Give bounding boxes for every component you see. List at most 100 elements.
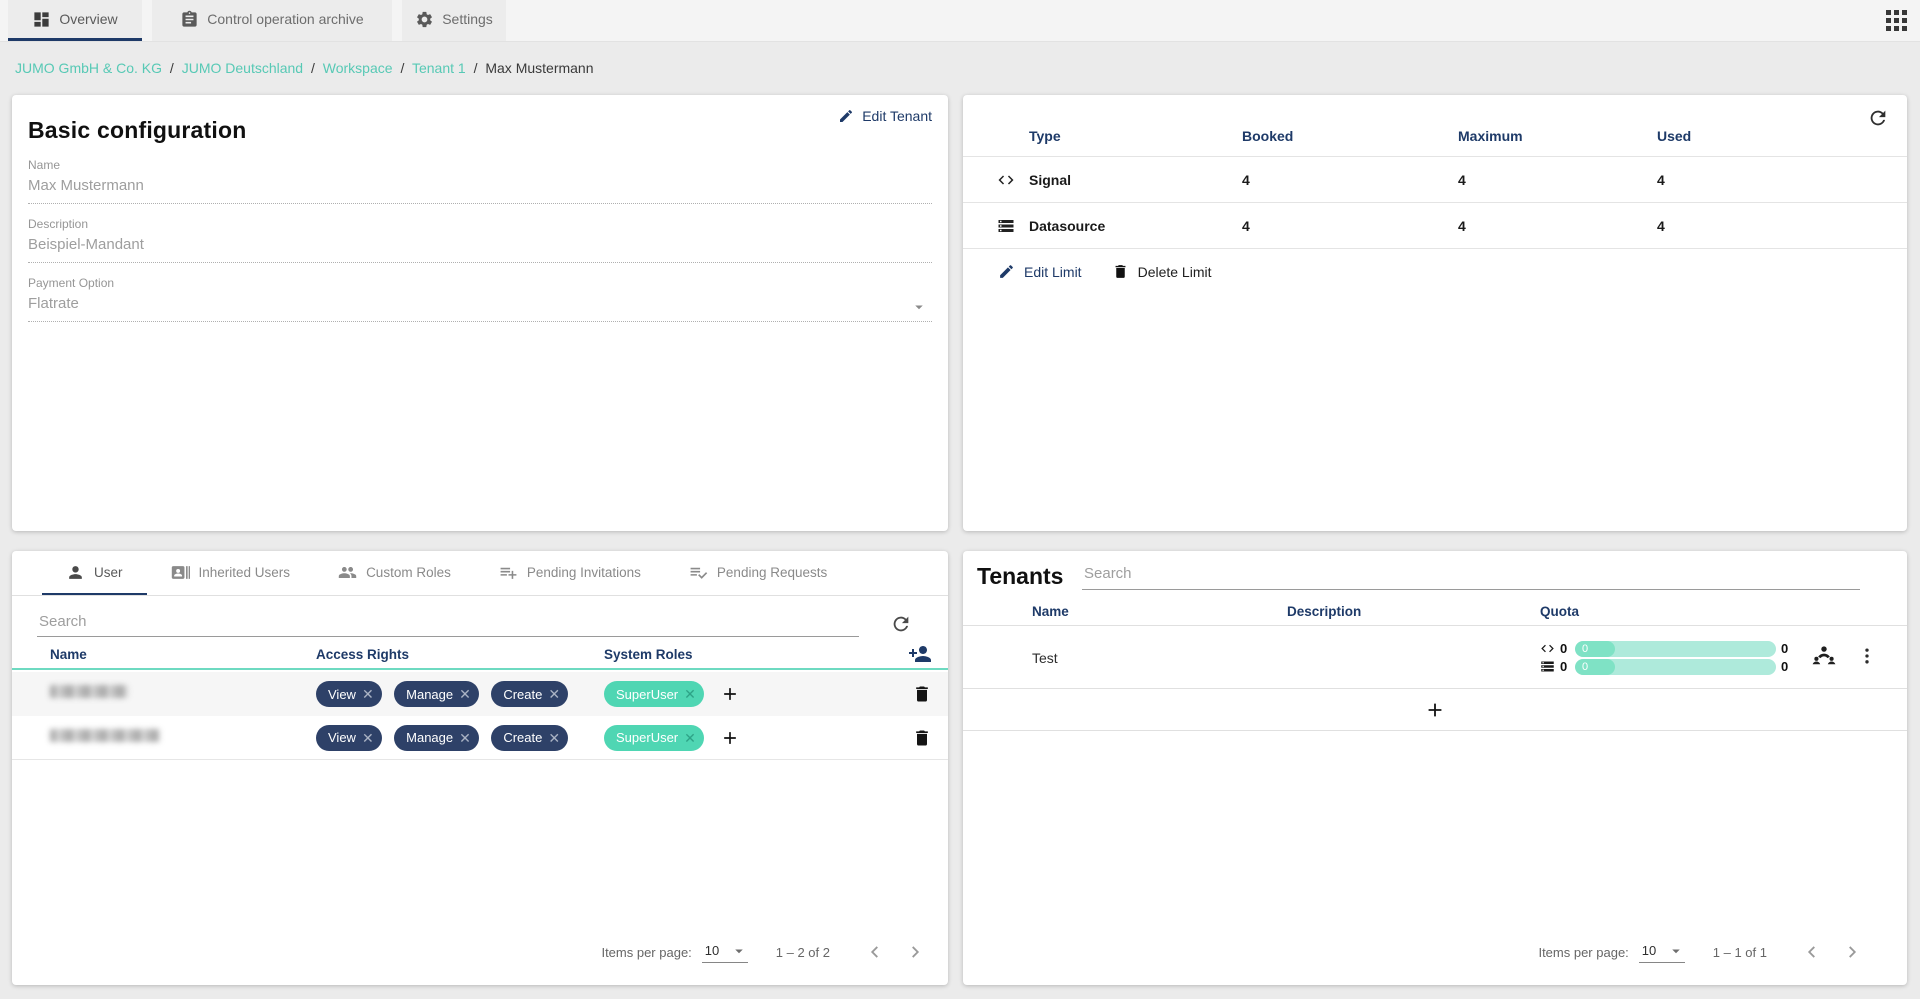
system-role-chip[interactable]: SuperUser ✕ (604, 681, 704, 707)
chevron-right-icon[interactable] (904, 941, 926, 963)
tab-label: Pending Requests (716, 564, 828, 580)
quota-max: 0 (1781, 659, 1789, 674)
chevron-left-icon[interactable] (1801, 941, 1823, 963)
add-role-icon[interactable] (720, 684, 740, 704)
apps-grid-icon[interactable] (1886, 10, 1908, 32)
table-row: Datasource 4 4 4 (963, 203, 1907, 249)
person-add-icon[interactable] (908, 642, 932, 666)
chevron-left-icon[interactable] (864, 941, 886, 963)
tab-custom-roles[interactable]: Custom Roles (314, 551, 475, 595)
chevron-down-icon (1667, 942, 1685, 960)
add-role-icon[interactable] (720, 728, 740, 748)
close-icon[interactable]: ✕ (548, 687, 560, 701)
close-icon[interactable]: ✕ (548, 731, 560, 745)
breadcrumb-separator: / (310, 60, 315, 76)
column-header: Name (1032, 604, 1069, 619)
tab-inherited-users[interactable]: Inherited Users (147, 551, 315, 595)
tab-label: Inherited Users (198, 564, 291, 580)
tab-settings[interactable]: Settings (402, 0, 506, 41)
chip-label: SuperUser (616, 686, 679, 702)
tab-user[interactable]: User (42, 551, 147, 595)
tenant-search (1082, 559, 1860, 590)
column-header: Booked (1242, 127, 1294, 144)
table-row: Signal 4 4 4 (963, 157, 1907, 203)
chip-label: View (328, 686, 356, 702)
storage-icon (1540, 659, 1555, 674)
user-name-redacted (50, 728, 160, 742)
limit-type: Datasource (1029, 217, 1106, 234)
quota-bar-fill: 0 (1575, 658, 1615, 675)
chevron-down-icon (910, 298, 928, 316)
maximum-value: 4 (1458, 217, 1466, 234)
access-right-chip[interactable]: View ✕ (316, 681, 382, 707)
quota-bar-fill: 0 (1575, 640, 1615, 657)
tenant-search-input[interactable] (1082, 559, 1860, 590)
limit-type: Signal (1029, 171, 1072, 188)
user-group-icon[interactable] (1811, 643, 1837, 669)
tab-overview[interactable]: Overview (8, 0, 142, 41)
access-right-chip[interactable]: Create ✕ (491, 724, 569, 751)
close-icon[interactable]: ✕ (362, 731, 374, 745)
add-tenant-row (963, 689, 1907, 731)
chip-label: View (328, 730, 356, 745)
delete-limit-button[interactable]: Delete Limit (1112, 263, 1212, 280)
tenant-name: Test (1032, 649, 1058, 666)
table-row: Test 0 0 0 0 0 0 (963, 627, 1907, 689)
trash-icon[interactable] (912, 728, 932, 748)
booked-value: 4 (1242, 171, 1250, 188)
description-field: Description Beispiel-Mandant (28, 217, 932, 263)
edit-limit-button[interactable]: Edit Limit (998, 263, 1082, 280)
field-value: Beispiel-Mandant (28, 236, 932, 263)
breadcrumb-link-organization[interactable]: JUMO Deutschland (182, 60, 303, 76)
user-search-input[interactable] (37, 609, 859, 637)
close-icon[interactable]: ✕ (684, 687, 696, 701)
breadcrumb-link-workspace[interactable]: Workspace (323, 60, 393, 76)
tab-pending-invitations[interactable]: Pending Invitations (475, 551, 665, 595)
user-name-redacted (50, 685, 128, 698)
quota-used: 0 (1560, 641, 1568, 656)
quota-bar: 0 (1575, 658, 1776, 675)
used-value: 4 (1657, 217, 1665, 234)
column-header: Type (1029, 127, 1061, 144)
page-range: 1 – 1 of 1 (1712, 944, 1767, 960)
access-right-chip[interactable]: View ✕ (316, 724, 382, 751)
access-right-chip[interactable]: Manage ✕ (394, 724, 479, 751)
items-per-page-label: Items per page: (601, 944, 692, 960)
close-icon[interactable]: ✕ (459, 731, 471, 745)
edit-tenant-button[interactable]: Edit Tenant (838, 108, 932, 124)
people-icon (338, 563, 357, 582)
kebab-menu-icon[interactable] (1857, 646, 1877, 666)
used-value: 4 (1657, 171, 1665, 188)
tenants-card: Tenants Name Description Quota Test 0 0 … (963, 551, 1907, 985)
system-role-chip[interactable]: SuperUser ✕ (604, 724, 704, 751)
edit-limit-label: Edit Limit (1024, 263, 1082, 280)
booked-value: 4 (1242, 217, 1250, 234)
column-header: Maximum (1458, 127, 1523, 144)
card-title: Tenants (977, 563, 1064, 589)
breadcrumb-link-company[interactable]: JUMO GmbH & Co. KG (15, 60, 162, 76)
page-size-select[interactable]: 10 (701, 942, 748, 963)
column-header: Description (1287, 604, 1362, 619)
page-size-value: 10 (704, 943, 720, 958)
refresh-icon[interactable] (890, 613, 912, 635)
breadcrumb-link-tenant[interactable]: Tenant 1 (412, 60, 466, 76)
add-tenant-icon[interactable] (1424, 699, 1446, 721)
trash-icon[interactable] (912, 684, 932, 704)
close-icon[interactable]: ✕ (362, 687, 374, 701)
close-icon[interactable]: ✕ (684, 731, 696, 745)
access-right-chip[interactable]: Manage ✕ (394, 681, 479, 707)
column-header: System Roles (604, 646, 693, 662)
field-label: Name (28, 158, 61, 172)
tab-pending-requests[interactable]: Pending Requests (665, 551, 851, 595)
tab-control-operation-archive[interactable]: Control operation archive (152, 0, 392, 41)
access-right-chip[interactable]: Create ✕ (491, 681, 569, 707)
close-icon[interactable]: ✕ (459, 687, 471, 701)
quota-used: 0 (1560, 659, 1568, 674)
users-paginator: Items per page: 10 1 – 2 of 2 (601, 941, 926, 963)
users-tab-bar: User Inherited Users Custom Roles Pendin… (12, 551, 948, 596)
chevron-down-icon (730, 942, 748, 960)
tab-label: Pending Invitations (526, 564, 641, 580)
tab-label: Custom Roles (366, 564, 451, 580)
chevron-right-icon[interactable] (1841, 941, 1863, 963)
page-size-select[interactable]: 10 (1638, 942, 1685, 963)
